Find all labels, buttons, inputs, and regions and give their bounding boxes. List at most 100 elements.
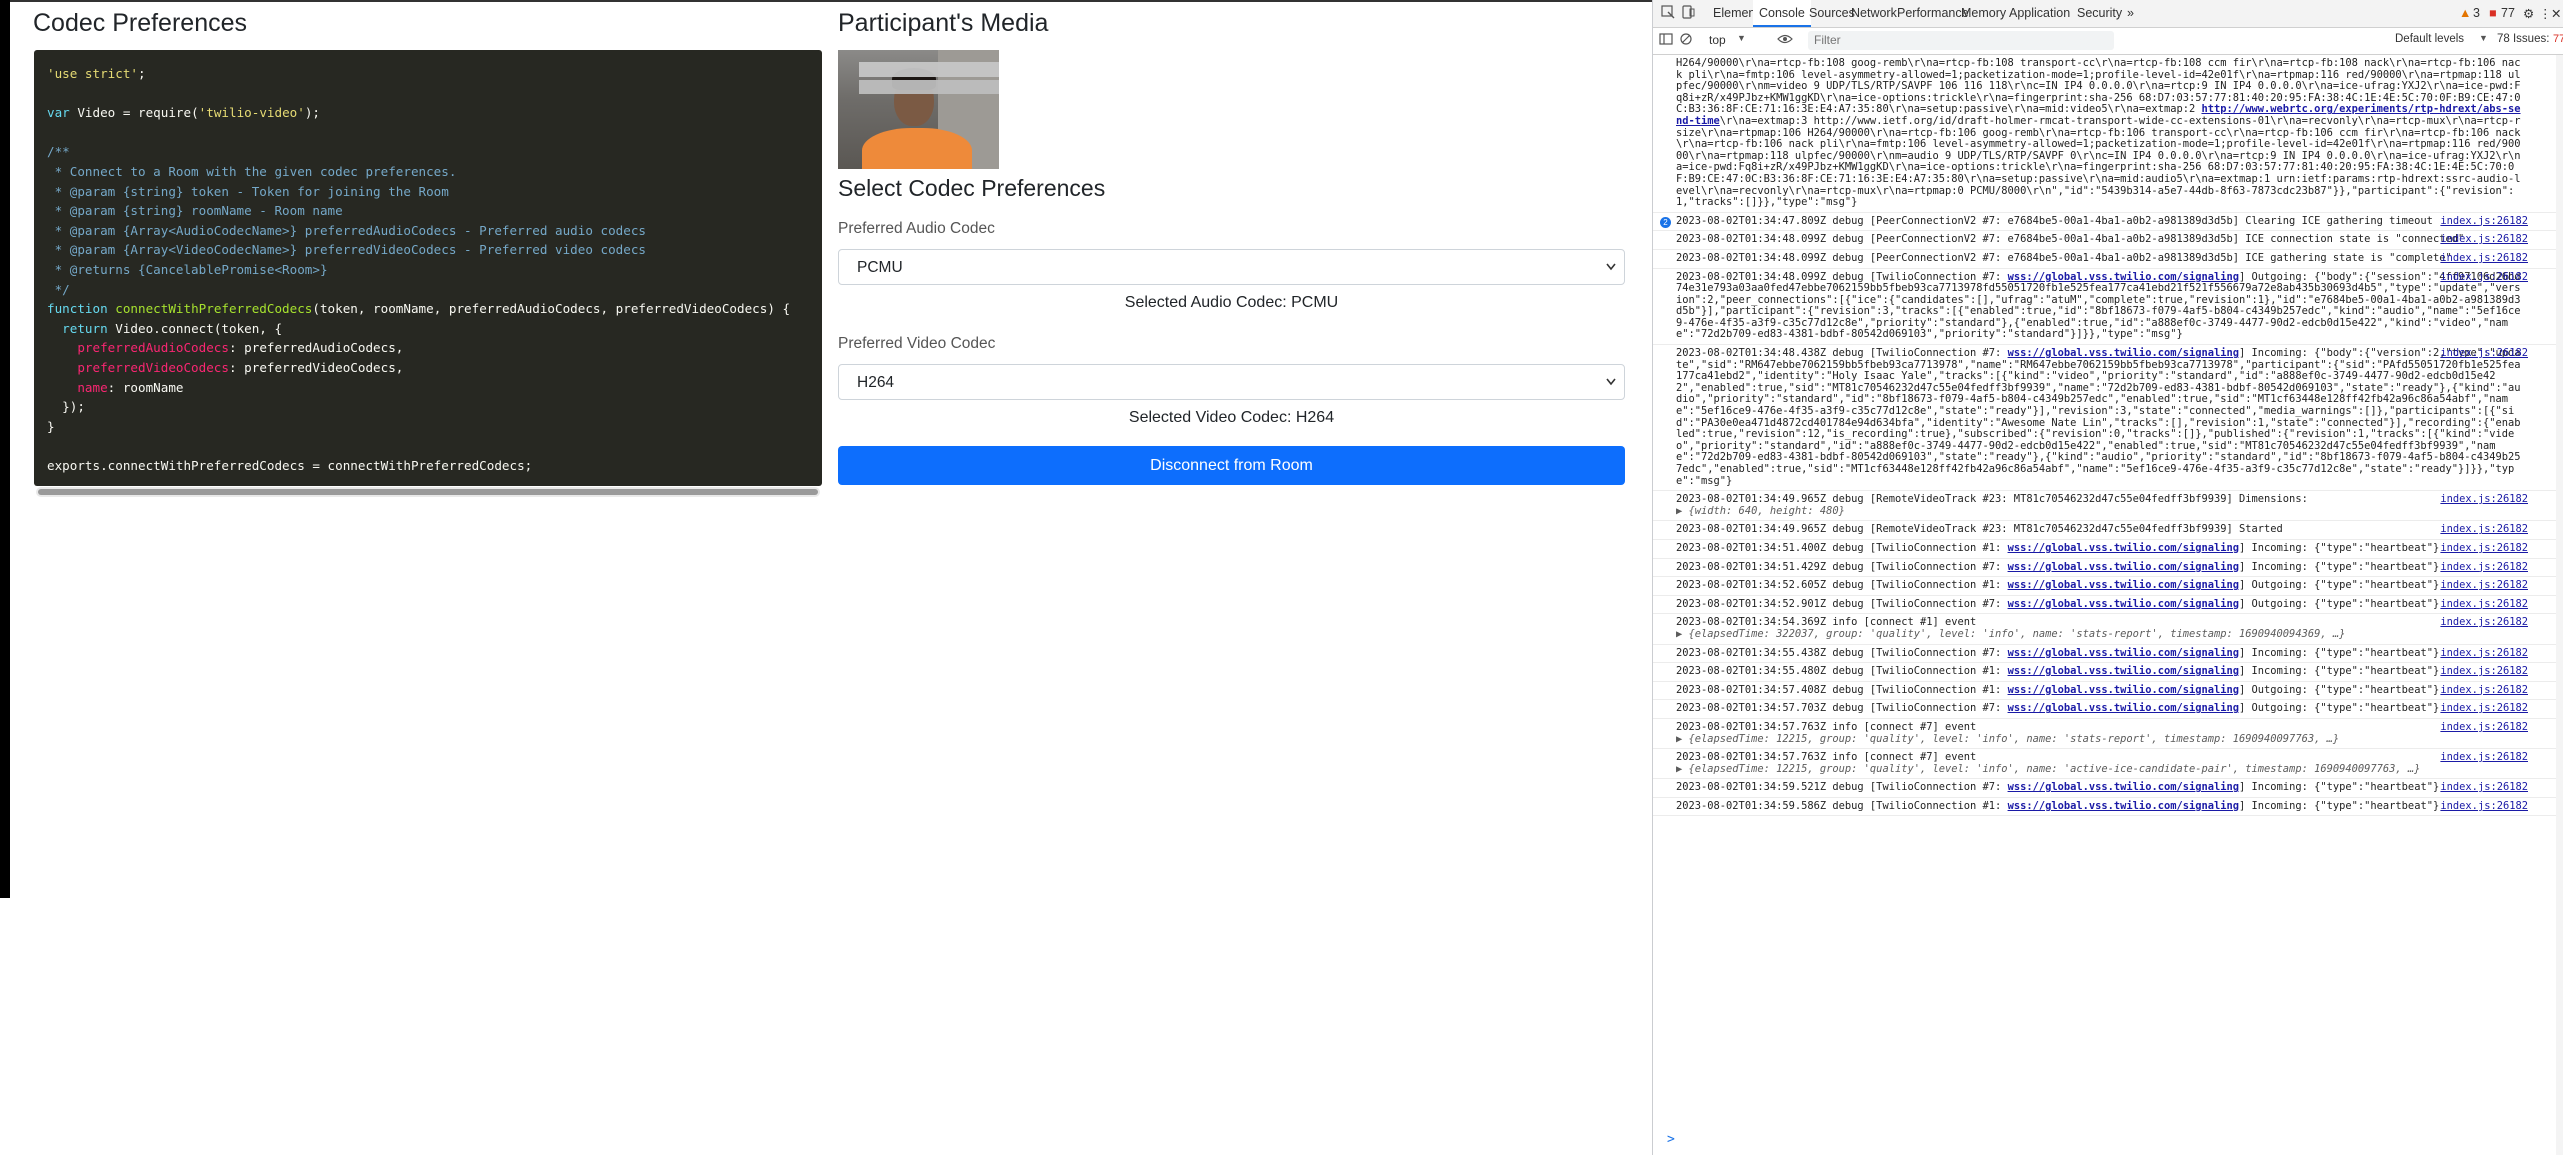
console-message-link[interactable]: wss://global.vss.twilio.com/signaling	[2008, 579, 2239, 591]
issues-error-count[interactable]: 77	[2553, 33, 2563, 45]
console-message: 2023-08-02T01:34:59.521Z debug [TwilioCo…	[1653, 779, 2563, 798]
console-message-link[interactable]: wss://global.vss.twilio.com/signaling	[2008, 598, 2239, 610]
console-source-link[interactable]: index.js:26182	[2440, 561, 2528, 574]
code-token: exports.connectWithPreferredCodecs = con…	[47, 457, 533, 473]
code-block: 'use strict'; var Video = require('twilio…	[34, 50, 822, 486]
context-selector[interactable]: top	[1709, 33, 1726, 47]
code-token: Video = require(	[77, 105, 199, 121]
code-line: */	[47, 280, 808, 300]
console-message-text: 2023-08-02T01:34:55.438Z debug [TwilioCo…	[1676, 646, 2008, 659]
code-token: */	[47, 281, 70, 297]
tab-memory[interactable]: Memory	[1961, 6, 2006, 20]
console-message-link[interactable]: wss://global.vss.twilio.com/signaling	[2008, 647, 2239, 659]
console-message-text: ] Incoming: {"type":"heartbeat"}	[2239, 560, 2440, 573]
console-message-link[interactable]: wss://global.vss.twilio.com/signaling	[2008, 665, 2239, 677]
console-object-preview[interactable]: ▶ {elapsedTime: 12215, group: 'quality',…	[1676, 763, 2420, 775]
console-scrollbar[interactable]	[2556, 55, 2563, 1155]
inspect-icon[interactable]	[1661, 5, 1675, 22]
console-prompt[interactable]: >	[1667, 1132, 1675, 1147]
code-horizontal-scrollbar[interactable]	[36, 487, 820, 497]
console-filter-input[interactable]: Filter	[1808, 31, 2114, 50]
devtools-panel: Elements Console Sources Network Perform…	[1652, 0, 2563, 1155]
code-token: });	[47, 399, 85, 415]
console-toolbar: top ▼ Filter Default levels ▼ 78 Issues:…	[1653, 28, 2563, 55]
console-message-link[interactable]: wss://global.vss.twilio.com/signaling	[2008, 542, 2239, 554]
code-token: * @param {Array<AudioCodecName>} preferr…	[47, 222, 646, 238]
audio-codec-select[interactable]: PCMU	[838, 249, 1625, 285]
console-message-text: 2023-08-02T01:34:48.099Z debug [PeerConn…	[1676, 251, 2452, 264]
tab-network[interactable]: Network	[1851, 6, 1897, 20]
console-message: H264/90000\r\na=rtcp-fb:108 goog-remb\r\…	[1653, 55, 2563, 213]
video-codec-select[interactable]: H264	[838, 364, 1625, 400]
chevron-down-icon[interactable]: ▼	[2479, 33, 2488, 43]
console-message-text: \r\na=extmap:3 http://www.ietf.org/id/dr…	[1676, 114, 2521, 209]
console-message-link[interactable]: wss://global.vss.twilio.com/signaling	[2008, 702, 2239, 715]
console-source-link[interactable]: index.js:26182	[2440, 598, 2528, 611]
chevron-down-icon[interactable]: ▼	[1737, 33, 1746, 43]
console-source-link[interactable]: index.js:26182	[2440, 524, 2528, 536]
console-message-text: 2023-08-02T01:34:59.521Z debug [TwilioCo…	[1676, 781, 2008, 794]
selected-video-codec-text: Selected Video Codec: H264	[1128, 409, 1335, 426]
gear-icon[interactable]: ⚙	[2523, 6, 2534, 21]
console-source-link[interactable]: index.js:26182	[2440, 666, 2528, 678]
console-source-link[interactable]: index.js:26182	[2440, 800, 2528, 813]
code-token: connectWithPreferredCodecs	[115, 301, 313, 317]
console-object-preview[interactable]: ▶ {elapsedTime: 322037, group: 'quality'…	[1676, 628, 2345, 640]
console-message-link[interactable]: wss://global.vss.twilio.com/signaling	[2008, 800, 2239, 812]
log-levels-dropdown[interactable]: Default levels	[2395, 33, 2464, 45]
more-tabs-button[interactable]: »	[2127, 6, 2134, 20]
warning-icon[interactable]: ▲	[2459, 6, 2471, 20]
console-source-link[interactable]: index.js:26182	[2440, 347, 2528, 360]
console-source-link[interactable]: index.js:26182	[2440, 703, 2528, 715]
console-message: 2023-08-02T01:34:48.099Z debug [PeerConn…	[1653, 250, 2563, 269]
disconnect-button[interactable]: Disconnect from Room	[838, 446, 1625, 485]
tab-security[interactable]: Security	[2077, 6, 2122, 20]
code-line: exports.connectWithPreferredCodecs = con…	[47, 456, 808, 476]
tab-sources[interactable]: Sources	[1809, 6, 1855, 20]
console-source-link[interactable]: index.js:26182	[2440, 215, 2528, 228]
console-source-link[interactable]: index.js:26182	[2440, 542, 2528, 555]
console-message: 2023-08-02T01:34:51.400Z debug [TwilioCo…	[1653, 540, 2563, 559]
console-source-link[interactable]: index.js:26182	[2440, 617, 2528, 629]
clear-console-icon[interactable]	[1679, 32, 1693, 49]
video-redaction-bar	[859, 62, 999, 77]
error-icon[interactable]: ■	[2489, 6, 2497, 20]
console-message-link[interactable]: wss://global.vss.twilio.com/signaling	[2008, 561, 2239, 573]
tab-performance[interactable]: Performance	[1897, 6, 1969, 20]
more-options-icon[interactable]: ⋮	[2539, 6, 2552, 21]
video-codec-value: H264	[857, 374, 895, 391]
console-object-preview[interactable]: ▶ {width: 640, height: 480}	[1676, 505, 1845, 517]
console-message-link[interactable]: wss://global.vss.twilio.com/signaling	[2008, 271, 2239, 283]
console-source-link[interactable]: index.js:26182	[2440, 782, 2528, 794]
code-token: function	[47, 301, 116, 317]
code-token: /**	[47, 144, 70, 160]
console-source-link[interactable]: index.js:26182	[2440, 751, 2528, 764]
participants-media-title: Participant's Media	[838, 9, 1049, 37]
console-object-preview[interactable]: ▶ {elapsedTime: 12215, group: 'quality',…	[1676, 733, 2339, 745]
console-message: 2023-08-02T01:34:52.901Z debug [TwilioCo…	[1653, 596, 2563, 615]
code-line: preferredVideoCodecs: preferredVideoCode…	[47, 358, 808, 378]
issues-label[interactable]: 78 Issues:	[2497, 33, 2549, 45]
code-token: 'use strict'	[47, 66, 138, 81]
select-codec-preferences-title: Select Codec Preferences	[838, 175, 1106, 201]
device-toolbar-icon[interactable]	[1681, 5, 1695, 22]
console-source-link[interactable]: index.js:26182	[2440, 684, 2528, 697]
console-source-link[interactable]: index.js:26182	[2440, 580, 2528, 592]
sidebar-toggle-icon[interactable]	[1659, 32, 1673, 49]
tab-console[interactable]: Console	[1753, 0, 1811, 27]
tab-application[interactable]: Application	[2009, 6, 2070, 20]
code-line: * Connect to a Room with the given codec…	[47, 162, 808, 182]
close-icon[interactable]: ✕	[2551, 6, 2561, 21]
console-source-link[interactable]: index.js:26182	[2440, 234, 2528, 246]
console-source-link[interactable]: index.js:26182	[2440, 252, 2528, 265]
console-source-link[interactable]: index.js:26182	[2440, 494, 2528, 506]
console-message-link[interactable]: wss://global.vss.twilio.com/signaling	[2008, 347, 2239, 359]
console-message-link[interactable]: wss://global.vss.twilio.com/signaling	[2008, 781, 2239, 793]
code-scrollbar-thumb[interactable]	[38, 489, 818, 495]
eye-icon[interactable]	[1777, 32, 1793, 49]
console-source-link[interactable]: index.js:26182	[2440, 647, 2528, 660]
console-message-link[interactable]: wss://global.vss.twilio.com/signaling	[2008, 684, 2239, 696]
console-source-link[interactable]: index.js:26182	[2440, 721, 2528, 734]
console-message: 2023-08-02T01:34:49.965Z debug [RemoteVi…	[1653, 491, 2563, 522]
console-source-link[interactable]: index.js:26182	[2440, 271, 2528, 284]
